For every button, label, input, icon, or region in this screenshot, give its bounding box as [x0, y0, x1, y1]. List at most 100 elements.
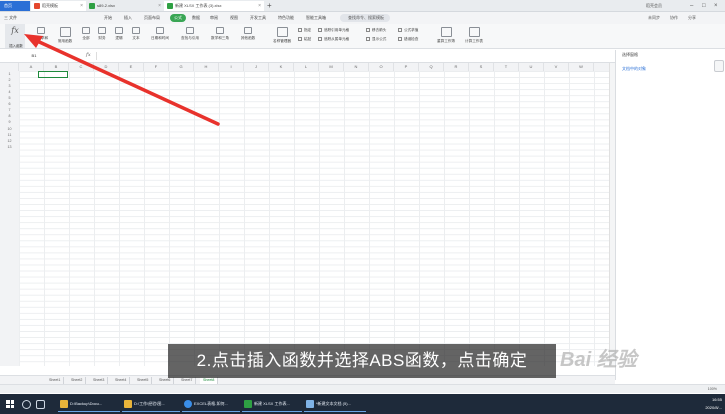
pane-toggle-icon[interactable]: [714, 60, 724, 72]
tab-file-1[interactable]: s89-2.xlsx ×: [86, 1, 164, 11]
row-header[interactable]: 3: [0, 84, 19, 88]
menu-special[interactable]: 特色功能: [278, 14, 294, 22]
lookup-button[interactable]: 查找与引用: [178, 26, 202, 46]
column-header[interactable]: E: [119, 63, 144, 71]
share-button[interactable]: 分享: [688, 14, 696, 22]
column-header[interactable]: J: [244, 63, 269, 71]
column-header[interactable]: K: [269, 63, 294, 71]
menu-home[interactable]: 开始: [104, 14, 112, 22]
row-header[interactable]: 8: [0, 114, 19, 118]
column-header[interactable]: R: [444, 63, 469, 71]
row-header[interactable]: 2: [0, 78, 19, 82]
menu-smart-tools[interactable]: 智能工具箱: [306, 14, 326, 22]
windows-start-icon[interactable]: [6, 400, 14, 408]
taskbar-app-wps[interactable]: 新建 XLSX 工作表...: [242, 396, 302, 412]
pane-objects-link[interactable]: 文档中的对象: [622, 66, 646, 72]
close-icon[interactable]: ×: [80, 1, 83, 11]
spreadsheet-grid[interactable]: ABCDEFGHIJKLMNOPQRSTUVW 1 2 3 4 5 6 7 8 9 10 11 12 1…: [0, 63, 609, 366]
all-functions-button[interactable]: 全部: [80, 26, 92, 46]
column-header[interactable]: D: [94, 63, 119, 71]
menu-page-layout[interactable]: 页面布局: [144, 14, 160, 22]
close-window-icon[interactable]: ×: [714, 1, 718, 11]
column-header[interactable]: W: [569, 63, 594, 71]
task-view-icon[interactable]: [36, 400, 45, 409]
sheet-tab[interactable]: Sheet2: [68, 377, 87, 384]
zoom-level[interactable]: 100%: [708, 385, 717, 393]
other-functions-button[interactable]: 其他函数: [238, 26, 258, 46]
sheet-tab[interactable]: Sheet4: [112, 377, 131, 384]
maximize-icon[interactable]: □: [702, 1, 706, 11]
collab-button[interactable]: 协作: [670, 14, 678, 22]
error-check-button[interactable]: 错误检查: [398, 37, 418, 42]
column-header[interactable]: F: [144, 63, 169, 71]
autosum-button[interactable]: 自动求和: [34, 26, 48, 46]
column-header[interactable]: C: [69, 63, 94, 71]
sheet-tab[interactable]: Sheet6: [156, 377, 175, 384]
fx-icon[interactable]: fx: [86, 52, 91, 58]
row-header[interactable]: 4: [0, 90, 19, 94]
column-header[interactable]: L: [294, 63, 319, 71]
menu-formulas[interactable]: 公式: [170, 14, 186, 22]
text-button[interactable]: 文本: [130, 26, 142, 46]
taskbar-app-notepad[interactable]: *新建文本文档 (5)...: [304, 396, 366, 412]
sheet-tab[interactable]: Sheet1: [46, 377, 65, 384]
sheet-tab[interactable]: Sheet8: [200, 377, 219, 384]
column-header[interactable]: T: [494, 63, 519, 71]
insert-function-button[interactable]: fx 插入函数: [5, 24, 25, 48]
file-menu[interactable]: 三 文件: [4, 14, 17, 22]
row-header[interactable]: 12: [0, 139, 19, 143]
name-manager-button[interactable]: 名称管理器: [270, 26, 294, 46]
close-icon[interactable]: ×: [158, 1, 161, 11]
avatar-label[interactable]: 稻壳会员: [646, 1, 662, 11]
column-header[interactable]: A: [19, 63, 44, 71]
date-time-button[interactable]: 日期和时间: [148, 26, 172, 46]
trace-precedents-button[interactable]: 追踪引用单元格: [318, 28, 349, 33]
command-search[interactable]: 查找命令、搜索模板: [340, 14, 390, 22]
column-header[interactable]: M: [319, 63, 344, 71]
taskbar-app-browser[interactable]: EXCEL表格-如何...: [182, 396, 240, 412]
tab-daoke[interactable]: 稻壳模板 ×: [31, 1, 86, 11]
system-clock[interactable]: 16:55 2020/8/...: [700, 396, 722, 412]
row-header[interactable]: 5: [0, 96, 19, 100]
column-header[interactable]: G: [169, 63, 194, 71]
search-icon[interactable]: [22, 400, 31, 409]
menu-review[interactable]: 审阅: [210, 14, 218, 22]
recalc-workbook-button[interactable]: 重算工作簿: [434, 26, 458, 46]
taskbar-app-explorer-backup[interactable]: D:\Backup\Docu...: [58, 396, 120, 412]
logical-button[interactable]: 逻辑: [113, 26, 125, 46]
formula-input[interactable]: [96, 52, 612, 60]
menu-insert[interactable]: 插入: [124, 14, 132, 22]
menu-data[interactable]: 数据: [192, 14, 200, 22]
cell-area[interactable]: [19, 71, 609, 366]
new-tab-button[interactable]: +: [267, 1, 272, 11]
tab-home[interactable]: 首页: [0, 1, 30, 11]
selected-cell[interactable]: [38, 71, 68, 78]
paste-name-button[interactable]: 粘贴: [298, 37, 311, 42]
calc-sheet-button[interactable]: 计算工作表: [462, 26, 486, 46]
sheet-tab[interactable]: Sheet3: [90, 377, 109, 384]
common-functions-button[interactable]: 常用函数: [54, 26, 76, 46]
trace-dependents-button[interactable]: 追踪从属单元格: [318, 37, 349, 42]
remove-arrows-button[interactable]: 移去箭头: [366, 28, 386, 33]
menu-view[interactable]: 视图: [230, 14, 238, 22]
close-icon[interactable]: ×: [258, 1, 261, 11]
row-header[interactable]: 11: [0, 133, 19, 137]
taskbar-app-explorer-work[interactable]: D:\工作\经验\图...: [122, 396, 180, 412]
column-header[interactable]: S: [469, 63, 494, 71]
sheet-tab[interactable]: Sheet7: [178, 377, 197, 384]
row-header[interactable]: 1: [0, 72, 19, 76]
show-formulas-button[interactable]: 显示公式: [366, 37, 386, 42]
select-all-corner[interactable]: [0, 63, 19, 71]
minimize-icon[interactable]: –: [690, 1, 693, 11]
define-button[interactable]: 指定: [298, 28, 311, 33]
column-header[interactable]: U: [519, 63, 544, 71]
column-header[interactable]: H: [194, 63, 219, 71]
evaluate-formula-button[interactable]: 公式求值: [398, 28, 418, 33]
financial-button[interactable]: 财务: [96, 26, 108, 46]
sheet-tab[interactable]: Sheet5: [134, 377, 153, 384]
math-trig-button[interactable]: 数学和三角: [208, 26, 232, 46]
column-header[interactable]: P: [394, 63, 419, 71]
column-header[interactable]: I: [219, 63, 244, 71]
column-header[interactable]: O: [369, 63, 394, 71]
row-header[interactable]: 10: [0, 127, 19, 131]
